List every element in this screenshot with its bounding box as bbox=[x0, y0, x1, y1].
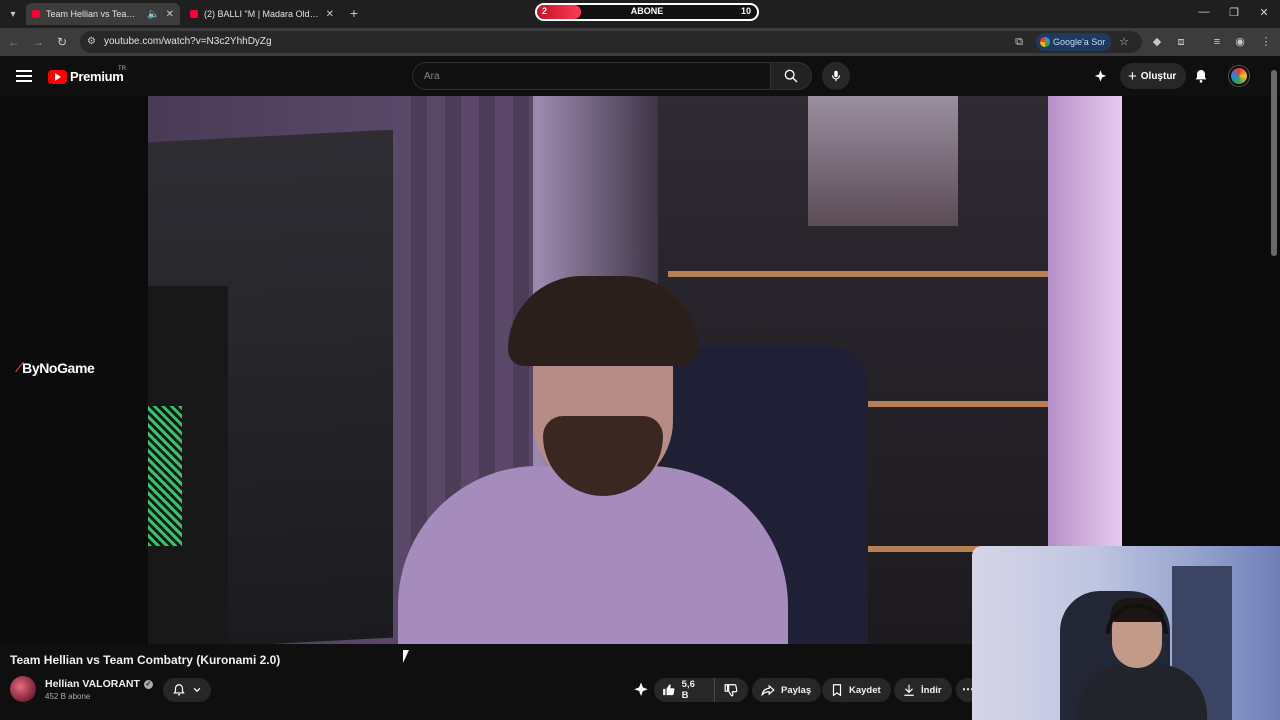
site-info-icon[interactable]: ⚙ bbox=[87, 36, 96, 47]
search-icon bbox=[784, 69, 798, 83]
sponsor-logo: ⁄ ByNoGame bbox=[18, 359, 95, 376]
create-button[interactable]: + Oluştur bbox=[1120, 63, 1187, 89]
tab-close-icon[interactable]: ✕ bbox=[166, 9, 174, 20]
sparkle-extension-icon[interactable] bbox=[632, 681, 650, 699]
sparkle-extension-icon[interactable] bbox=[1093, 69, 1108, 84]
bynogame-mark-icon: ⁄ bbox=[18, 359, 21, 376]
address-bar[interactable]: ⚙ youtube.com/watch?v=N3c2YhhDyZg bbox=[80, 31, 1142, 53]
tab-title: Team Hellian vs Team Combatry (Kuronami … bbox=[46, 9, 141, 19]
restore-icon[interactable]: ❐ bbox=[1227, 6, 1241, 19]
extension-diamond-icon[interactable]: ◆ bbox=[1150, 35, 1164, 49]
download-icon bbox=[904, 684, 914, 696]
download-label: İndir bbox=[921, 684, 942, 696]
media-controls-icon[interactable]: ≡ bbox=[1210, 35, 1224, 49]
forward-arrow-icon[interactable]: → bbox=[30, 34, 46, 50]
account-avatar[interactable] bbox=[1229, 66, 1249, 86]
reload-icon[interactable]: ↻ bbox=[54, 34, 70, 50]
like-dislike-bar: 5,6 B bbox=[654, 678, 748, 702]
thumbs-down-icon bbox=[724, 684, 738, 697]
webcam-overlay bbox=[972, 546, 1280, 720]
browser-tab-bar: ▾ Team Hellian vs Team Combatry (Kuronam… bbox=[0, 0, 1280, 28]
logo-wordmark: Premium bbox=[70, 69, 124, 84]
like-button[interactable]: 5,6 B bbox=[654, 678, 715, 702]
back-arrow-icon[interactable]: ← bbox=[6, 34, 22, 50]
tab-search-chevron-icon[interactable]: ▾ bbox=[4, 5, 22, 23]
google-lens-icon bbox=[1040, 37, 1050, 47]
channel-name-row[interactable]: Hellian VALORANT ✓ bbox=[45, 678, 153, 690]
like-count: 5,6 B bbox=[681, 679, 695, 701]
microphone-icon bbox=[831, 70, 841, 82]
youtube-favicon-icon bbox=[32, 10, 40, 18]
bookmark-icon bbox=[832, 684, 842, 697]
video-title: Team Hellian vs Team Combatry (Kuronami … bbox=[10, 653, 281, 667]
url-text: youtube.com/watch?v=N3c2YhhDyZg bbox=[104, 36, 272, 47]
tab-inactive[interactable]: (2) BALLI "M | Madara Olduk #ad" ✕ bbox=[184, 3, 340, 25]
browser-menu-icon[interactable]: ⋮ bbox=[1259, 35, 1273, 49]
tab-close-icon[interactable]: ✕ bbox=[326, 9, 334, 20]
logo-country-code: TR bbox=[118, 66, 126, 72]
create-label: Oluştur bbox=[1140, 70, 1177, 82]
minimize-icon[interactable]: — bbox=[1197, 6, 1211, 18]
monitor-green-pixels bbox=[148, 406, 182, 546]
guide-menu-icon[interactable] bbox=[16, 70, 32, 82]
new-tab-plus-icon[interactable]: + bbox=[346, 5, 362, 21]
tab-title: (2) BALLI "M | Madara Olduk #ad" bbox=[204, 9, 320, 19]
search-button[interactable] bbox=[770, 62, 812, 90]
bell-icon bbox=[173, 684, 185, 696]
subscriber-goal-target: 10 bbox=[740, 6, 751, 16]
google-ask-label: Google'a Sor bbox=[1053, 37, 1106, 47]
youtube-masthead: Premium TR + Oluştur bbox=[0, 56, 1280, 96]
cast-icon[interactable]: ⧉ bbox=[1012, 35, 1026, 49]
subscriber-goal-widget: 2 ABONE 10 bbox=[535, 3, 759, 21]
extensions-puzzle-icon[interactable]: ⧈ bbox=[1174, 35, 1188, 49]
chevron-down-icon bbox=[193, 687, 201, 693]
youtube-premium-logo[interactable]: Premium TR bbox=[48, 66, 126, 84]
thumbs-up-icon bbox=[663, 684, 675, 696]
share-arrow-icon bbox=[761, 684, 775, 697]
search-box bbox=[412, 62, 770, 90]
google-ask-button[interactable]: Google'a Sor bbox=[1036, 33, 1112, 51]
subscription-notifications-button[interactable] bbox=[163, 678, 211, 702]
youtube-favicon-icon bbox=[190, 10, 198, 18]
wall-poster bbox=[808, 96, 958, 226]
channel-avatar[interactable] bbox=[10, 676, 36, 702]
share-button[interactable]: Paylaş bbox=[752, 678, 822, 702]
profile-icon[interactable]: ◉ bbox=[1233, 35, 1247, 49]
youtube-play-logo-icon bbox=[48, 69, 67, 84]
tab-active[interactable]: Team Hellian vs Team Combatry (Kuronami … bbox=[26, 3, 180, 25]
channel-name[interactable]: Hellian VALORANT bbox=[45, 678, 140, 690]
notifications-bell-icon[interactable] bbox=[1193, 68, 1209, 84]
dislike-button[interactable] bbox=[715, 678, 748, 702]
subscriber-goal-label: ABONE bbox=[630, 6, 664, 16]
subscriber-count: 452 B abone bbox=[45, 692, 91, 701]
sponsor-logo-text: ByNoGame bbox=[22, 359, 95, 376]
mouse-cursor-icon bbox=[403, 650, 409, 663]
voice-search-button[interactable] bbox=[822, 62, 850, 90]
verified-check-icon: ✓ bbox=[143, 679, 153, 689]
search-input[interactable] bbox=[413, 63, 770, 89]
page-scrollbar[interactable] bbox=[1270, 60, 1278, 260]
save-button[interactable]: Kaydet bbox=[822, 678, 891, 702]
share-label: Paylaş bbox=[781, 684, 812, 696]
save-label: Kaydet bbox=[849, 684, 881, 696]
speaker-icon[interactable]: 🔈 bbox=[147, 9, 159, 20]
plus-icon: + bbox=[1128, 67, 1137, 85]
download-button[interactable]: İndir bbox=[894, 678, 952, 702]
browser-toolbar: ← → ↻ ⚙ youtube.com/watch?v=N3c2YhhDyZg … bbox=[0, 28, 1280, 56]
window-close-icon[interactable]: ✕ bbox=[1257, 6, 1271, 19]
bookmark-star-icon[interactable]: ☆ bbox=[1117, 35, 1131, 49]
